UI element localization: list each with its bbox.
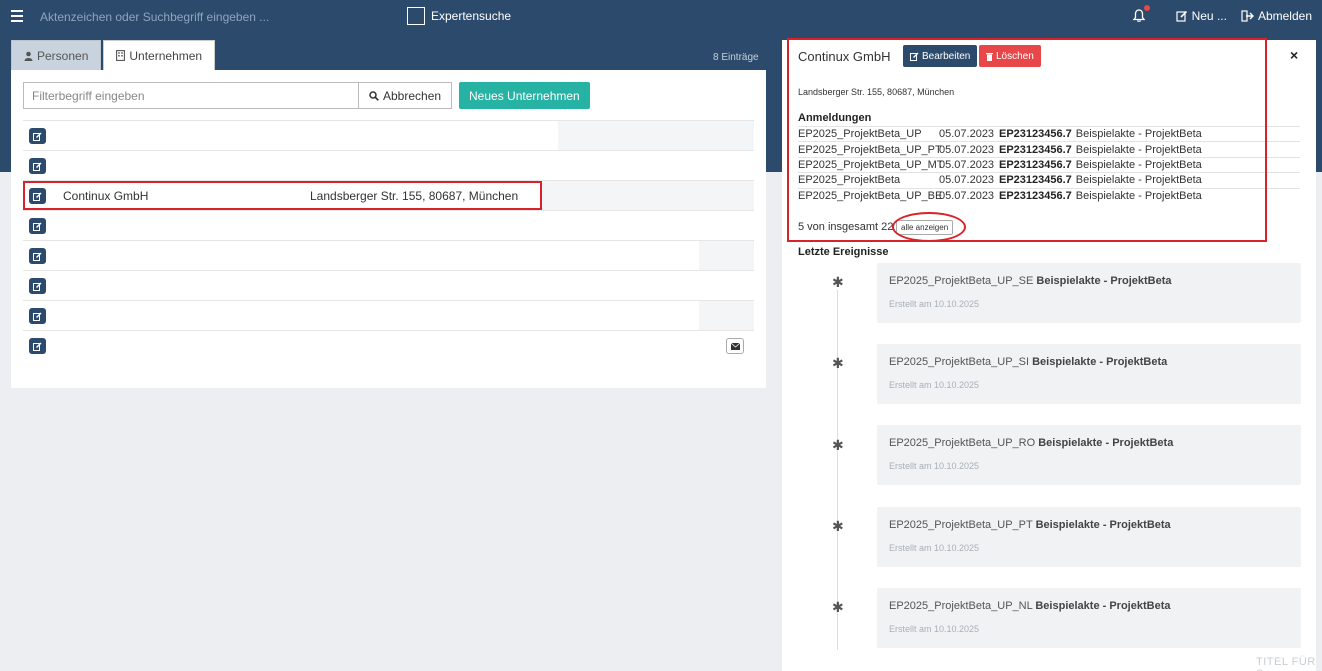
asterisk-icon: ✱ [832,518,844,534]
event-title: EP2025_ProjektBeta_UP_PT Beispielakte - … [889,519,1171,531]
event-date: Erstellt am 10.10.2025 [889,624,980,634]
global-search-input[interactable] [34,5,394,29]
table-row[interactable] [23,300,754,331]
cancel-filter-button[interactable]: Abbrechen [358,82,453,109]
new-company-label: Neues Unternehmen [469,88,580,103]
entity-tabs: Personen Unternehmen [11,40,216,70]
sign-out-icon [1241,10,1254,22]
cancel-filter-label: Abbrechen [383,88,442,103]
tab-companies[interactable]: Unternehmen [103,40,216,70]
top-right-actions: Neu ... Abmelden [1132,5,1312,23]
tab-persons[interactable]: Personen [11,40,102,70]
asterisk-icon: ✱ [832,437,844,453]
event-card[interactable]: EP2025_ProjektBeta_UP_RO Beispielakte - … [877,425,1301,485]
event-subject: Beispielakte - ProjektBeta [1038,437,1174,449]
table-row[interactable] [23,270,754,300]
expert-search-toggle[interactable]: Expertensuche [407,7,511,25]
new-company-button[interactable]: Neues Unternehmen [459,82,590,109]
event-card[interactable]: EP2025_ProjektBeta_UP_SI Beispielakte - … [877,344,1301,404]
event-code: EP2025_ProjektBeta_UP_PT [889,519,1033,531]
expert-search-label: Expertensuche [431,9,512,23]
event-title: EP2025_ProjektBeta_UP_SI Beispielakte - … [889,356,1167,368]
event-title: EP2025_ProjektBeta_UP_RO Beispielakte - … [889,437,1173,449]
event-date: Erstellt am 10.10.2025 [889,299,980,309]
event-code: EP2025_ProjektBeta_UP_SE [889,275,1034,287]
asterisk-icon: ✱ [832,274,844,290]
edit-icon[interactable] [29,128,46,144]
tab-persons-label: Personen [37,48,89,63]
close-icon[interactable]: × [1290,47,1298,63]
table-row[interactable] [23,150,754,180]
event-date: Erstellt am 10.10.2025 [889,543,980,553]
edit-icon[interactable] [29,218,46,234]
event-code: EP2025_ProjektBeta_UP_RO [889,437,1036,449]
event-code: EP2025_ProjektBeta_UP_NL [889,600,1033,612]
event-card[interactable]: EP2025_ProjektBeta_UP_PT Beispielakte - … [877,507,1301,567]
event-subject: Beispielakte - ProjektBeta [1035,519,1171,531]
event-subject: Beispielakte - ProjektBeta [1032,356,1168,368]
event-title: EP2025_ProjektBeta_UP_SE Beispielakte - … [889,275,1172,287]
filter-input[interactable] [23,82,358,109]
edit-icon[interactable] [29,158,46,174]
building-icon [116,50,126,61]
logout-label: Abmelden [1257,9,1312,23]
table-row[interactable] [23,240,754,271]
event-title: EP2025_ProjektBeta_UP_NL Beispielakte - … [889,600,1170,612]
detail-header-highlight [787,38,1267,242]
edit-icon[interactable] [29,248,46,264]
asterisk-icon: ✱ [832,599,844,615]
selected-row-highlight [23,181,542,210]
event-code: EP2025_ProjektBeta_UP_SI [889,356,1030,368]
tab-companies-label: Unternehmen [129,48,203,63]
events-heading: Letzte Ereignisse [798,246,889,258]
event-date: Erstellt am 10.10.2025 [889,461,980,471]
hamburger-menu-icon[interactable] [11,10,23,22]
user-icon [24,51,33,61]
filter-bar: Abbrechen [23,82,453,109]
company-table: Continux GmbH Landsberger Str. 155, 8068… [23,120,754,360]
event-subject: Beispielakte - ProjektBeta [1035,600,1171,612]
footer-ghost-text: TITEL FÜR S [1256,656,1316,671]
search-icon [369,90,379,101]
table-row[interactable] [23,210,754,240]
expert-search-checkbox[interactable] [407,7,425,25]
event-card[interactable]: EP2025_ProjektBeta_UP_NL Beispielakte - … [877,588,1301,648]
edit-icon [1175,10,1187,22]
new-menu-button[interactable]: Neu ... [1175,9,1227,23]
edit-icon[interactable] [29,308,46,324]
edit-icon[interactable] [29,278,46,294]
table-row[interactable] [23,330,754,360]
envelope-icon[interactable] [726,338,744,354]
bell-icon[interactable] [1132,5,1150,23]
timeline-line [837,290,838,650]
event-card[interactable]: EP2025_ProjektBeta_UP_SE Beispielakte - … [877,263,1301,323]
asterisk-icon: ✱ [832,355,844,371]
event-date: Erstellt am 10.10.2025 [889,380,980,390]
event-subject: Beispielakte - ProjektBeta [1036,275,1172,287]
table-row[interactable] [23,120,754,151]
edit-icon[interactable] [29,338,46,354]
logout-button[interactable]: Abmelden [1241,9,1312,23]
entry-count: 8 Einträge [713,52,759,63]
new-menu-label: Neu ... [1191,9,1227,23]
notification-dot [1143,5,1150,11]
